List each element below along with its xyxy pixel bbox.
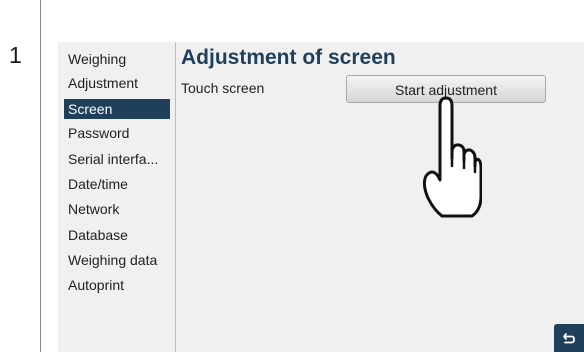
device-screen: Weighing Adjustment Screen Password Seri…	[58, 42, 584, 352]
sidebar-item-adjustment[interactable]: Adjustment	[66, 73, 140, 93]
sidebar-item-database[interactable]: Database	[66, 225, 130, 245]
back-button[interactable]	[554, 324, 584, 352]
back-arrow-icon	[563, 333, 575, 344]
sidebar-item-screen[interactable]: Screen	[64, 99, 170, 119]
sidebar-item-serial-interface[interactable]: Serial interfa...	[66, 149, 160, 169]
settings-sidebar: Weighing Adjustment Screen Password Seri…	[58, 42, 176, 352]
sidebar-item-weighing-data[interactable]: Weighing data	[66, 250, 159, 270]
step-number: 1	[9, 42, 22, 68]
sidebar-item-date-time[interactable]: Date/time	[66, 174, 130, 194]
sidebar-item-password[interactable]: Password	[66, 123, 131, 143]
page-title: Adjustment of screen	[181, 46, 396, 69]
sidebar-item-network[interactable]: Network	[66, 199, 121, 219]
pointing-hand-icon	[422, 96, 482, 218]
touch-screen-label: Touch screen	[181, 80, 265, 96]
step-divider	[40, 0, 41, 352]
sidebar-item-weighing[interactable]: Weighing	[66, 49, 128, 69]
sidebar-item-autoprint[interactable]: Autoprint	[66, 275, 126, 295]
settings-content: Adjustment of screen Touch screen Start …	[181, 42, 584, 352]
